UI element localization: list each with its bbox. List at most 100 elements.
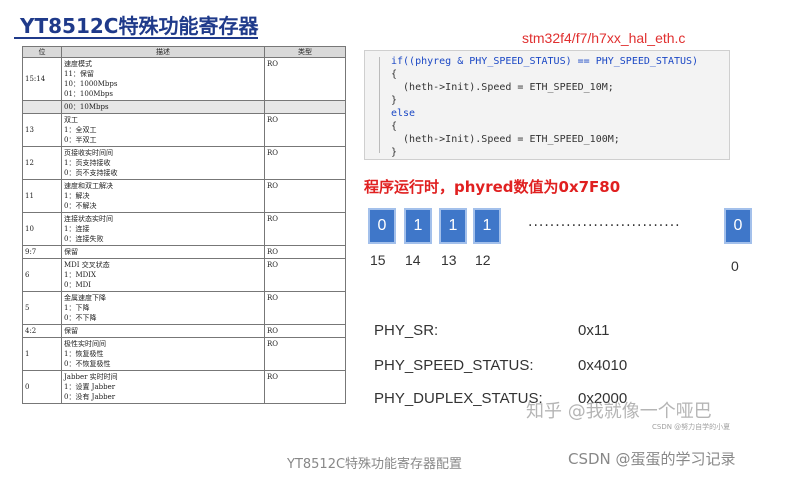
register-label: PHY_DUPLEX_STATUS:: [374, 390, 543, 407]
csdn-credit: CSDN @蛋蛋的学习记录: [568, 450, 736, 468]
cell-type: RO: [264, 57, 346, 101]
description-line: 0：页不支持接收: [64, 169, 118, 177]
code-line: (heth->Init).Speed = ETH_SPEED_10M;: [391, 82, 614, 93]
cell-bit: 11: [22, 179, 62, 213]
cell-bit: 0: [22, 370, 62, 404]
description-line: 01：100Mbps: [64, 90, 113, 98]
code-line: (heth->Init).Speed = ETH_SPEED_100M;: [391, 134, 620, 145]
title-underline: [14, 37, 258, 39]
code-line: if((phyreg & PHY_SPEED_STATUS) == PHY_SP…: [391, 56, 699, 67]
register-table: 位 描述 类型 15:14 速度模式 11：保留 10：1000Mbps 01：100M…: [22, 46, 346, 404]
cell-bit: 10: [22, 212, 62, 246]
header-type: 类型: [264, 46, 346, 58]
small-watermark: CSDN @努力自学的小夏: [652, 423, 731, 431]
cell-type: RO: [264, 291, 346, 325]
cell-description: 保留: [61, 245, 265, 259]
cell-description: 极性实时间间 1：恢复极性 0：不恢复极性: [61, 337, 265, 371]
table-row: 00：10Mbps: [22, 100, 346, 114]
cell-bit: 15:14: [22, 57, 62, 101]
bit-ellipsis: ............................: [528, 214, 681, 230]
description-line: 1：全双工: [64, 126, 97, 134]
description-line: Jabber 实时时间: [64, 373, 118, 381]
register-value: 0x4010: [578, 357, 628, 374]
bit-number: 0: [731, 258, 739, 274]
bit-box: 1: [404, 208, 432, 244]
cell-description: 速度模式 11：保留 10：1000Mbps 01：100Mbps: [61, 57, 265, 101]
page-title: YT8512C特殊功能寄存器: [20, 14, 259, 38]
description-line: 0：没有 Jabber: [64, 393, 116, 401]
header-bit: 位: [22, 46, 62, 58]
description-line: 0：半双工: [64, 136, 97, 144]
register-label: PHY_SR:: [374, 322, 439, 339]
cell-bit: 6: [22, 258, 62, 292]
table-header-row: 位 描述 类型: [22, 46, 346, 58]
description-line: 0：连接失败: [64, 235, 104, 243]
cell-description: 保留: [61, 324, 265, 338]
description-line: 金属速度下降: [64, 294, 106, 302]
cell-bit: 13: [22, 113, 62, 147]
code-block: if((phyreg & PHY_SPEED_STATUS) == PHY_SP…: [364, 50, 730, 160]
description-line: 1：设置 Jabber: [64, 383, 116, 391]
cell-description: Jabber 实时时间 1：设置 Jabber 0：没有 Jabber: [61, 370, 265, 404]
description-line: 1：MDIX: [64, 271, 96, 279]
table-row: 9:7 保留 RO: [22, 245, 346, 259]
description-line: 1：解决: [64, 192, 90, 200]
description-line: 10：1000Mbps: [64, 80, 118, 88]
code-file-path: stm32f4/f7/h7xx_hal_eth.c: [522, 30, 686, 46]
cell-bit: 4:2: [22, 324, 62, 338]
bit-box: 1: [439, 208, 467, 244]
cell-type: RO: [264, 245, 346, 259]
register-value: 0x11: [578, 322, 610, 339]
description-line: 1：下降: [64, 304, 90, 312]
cell-type: RO: [264, 337, 346, 371]
register-label: PHY_SPEED_STATUS:: [374, 357, 534, 374]
code-line: {: [391, 69, 398, 80]
description-line: 速度模式: [64, 60, 92, 68]
description-line: 双工: [64, 116, 78, 124]
cell-bit: 1: [22, 337, 62, 371]
table-row: 13 双工 1：全双工 0：半双工 RO: [22, 113, 346, 147]
table-row: 0 Jabber 实时时间 1：设置 Jabber 0：没有 Jabber RO: [22, 370, 346, 404]
cell-type: RO: [264, 179, 346, 213]
description-line: 速度和双工解决: [64, 182, 113, 190]
code-line: else: [391, 108, 416, 119]
bit-number: 14: [405, 252, 421, 268]
cell-description: 页接收实时间间 1：页支持接收 0：页不支持接收: [61, 146, 265, 180]
cell-type: RO: [264, 212, 346, 246]
cell-type: [264, 100, 346, 114]
description-line: 0：不解决: [64, 202, 97, 210]
description-line: 页接收实时间间: [64, 149, 113, 157]
code-line: }: [391, 95, 398, 106]
description-line: 0：MDI: [64, 281, 91, 289]
description-line: MDI 交叉状态: [64, 261, 110, 269]
description-line: 极性实时间间: [64, 340, 106, 348]
cell-description: MDI 交叉状态 1：MDIX 0：MDI: [61, 258, 265, 292]
code-line: {: [391, 121, 398, 132]
cell-description: 金属速度下降 1：下降 0：不下降: [61, 291, 265, 325]
table-row: 6 MDI 交叉状态 1：MDIX 0：MDI RO: [22, 258, 346, 292]
description-line: 0：不下降: [64, 314, 97, 322]
bit-box: 0: [368, 208, 396, 244]
cell-type: RO: [264, 258, 346, 292]
cell-type: RO: [264, 324, 346, 338]
cell-description: 00：10Mbps: [61, 100, 265, 114]
description-line: 0：不恢复极性: [64, 360, 111, 368]
cell-type: RO: [264, 113, 346, 147]
table-row: 4:2 保留 RO: [22, 324, 346, 338]
cell-description: 双工 1：全双工 0：半双工: [61, 113, 265, 147]
description-line: 1：连接: [64, 225, 90, 233]
description-line: 保留: [64, 248, 78, 256]
bit-box: 0: [724, 208, 752, 244]
cell-description: 速度和双工解决 1：解决 0：不解决: [61, 179, 265, 213]
cell-description: 连接状态实时间 1：连接 0：连接失败: [61, 212, 265, 246]
runtime-note: 程序运行时，phyred数值为0x7F80: [364, 178, 621, 196]
table-row: 1 极性实时间间 1：恢复极性 0：不恢复极性 RO: [22, 337, 346, 371]
cell-type: RO: [264, 146, 346, 180]
table-row: 12 页接收实时间间 1：页支持接收 0：页不支持接收 RO: [22, 146, 346, 180]
description-line: 11：保留: [64, 70, 94, 78]
bit-box: 1: [473, 208, 501, 244]
description-line: 保留: [64, 327, 78, 335]
code-gutter-line: [379, 57, 380, 153]
header-description: 描述: [61, 46, 265, 58]
code-line: }: [391, 147, 398, 158]
